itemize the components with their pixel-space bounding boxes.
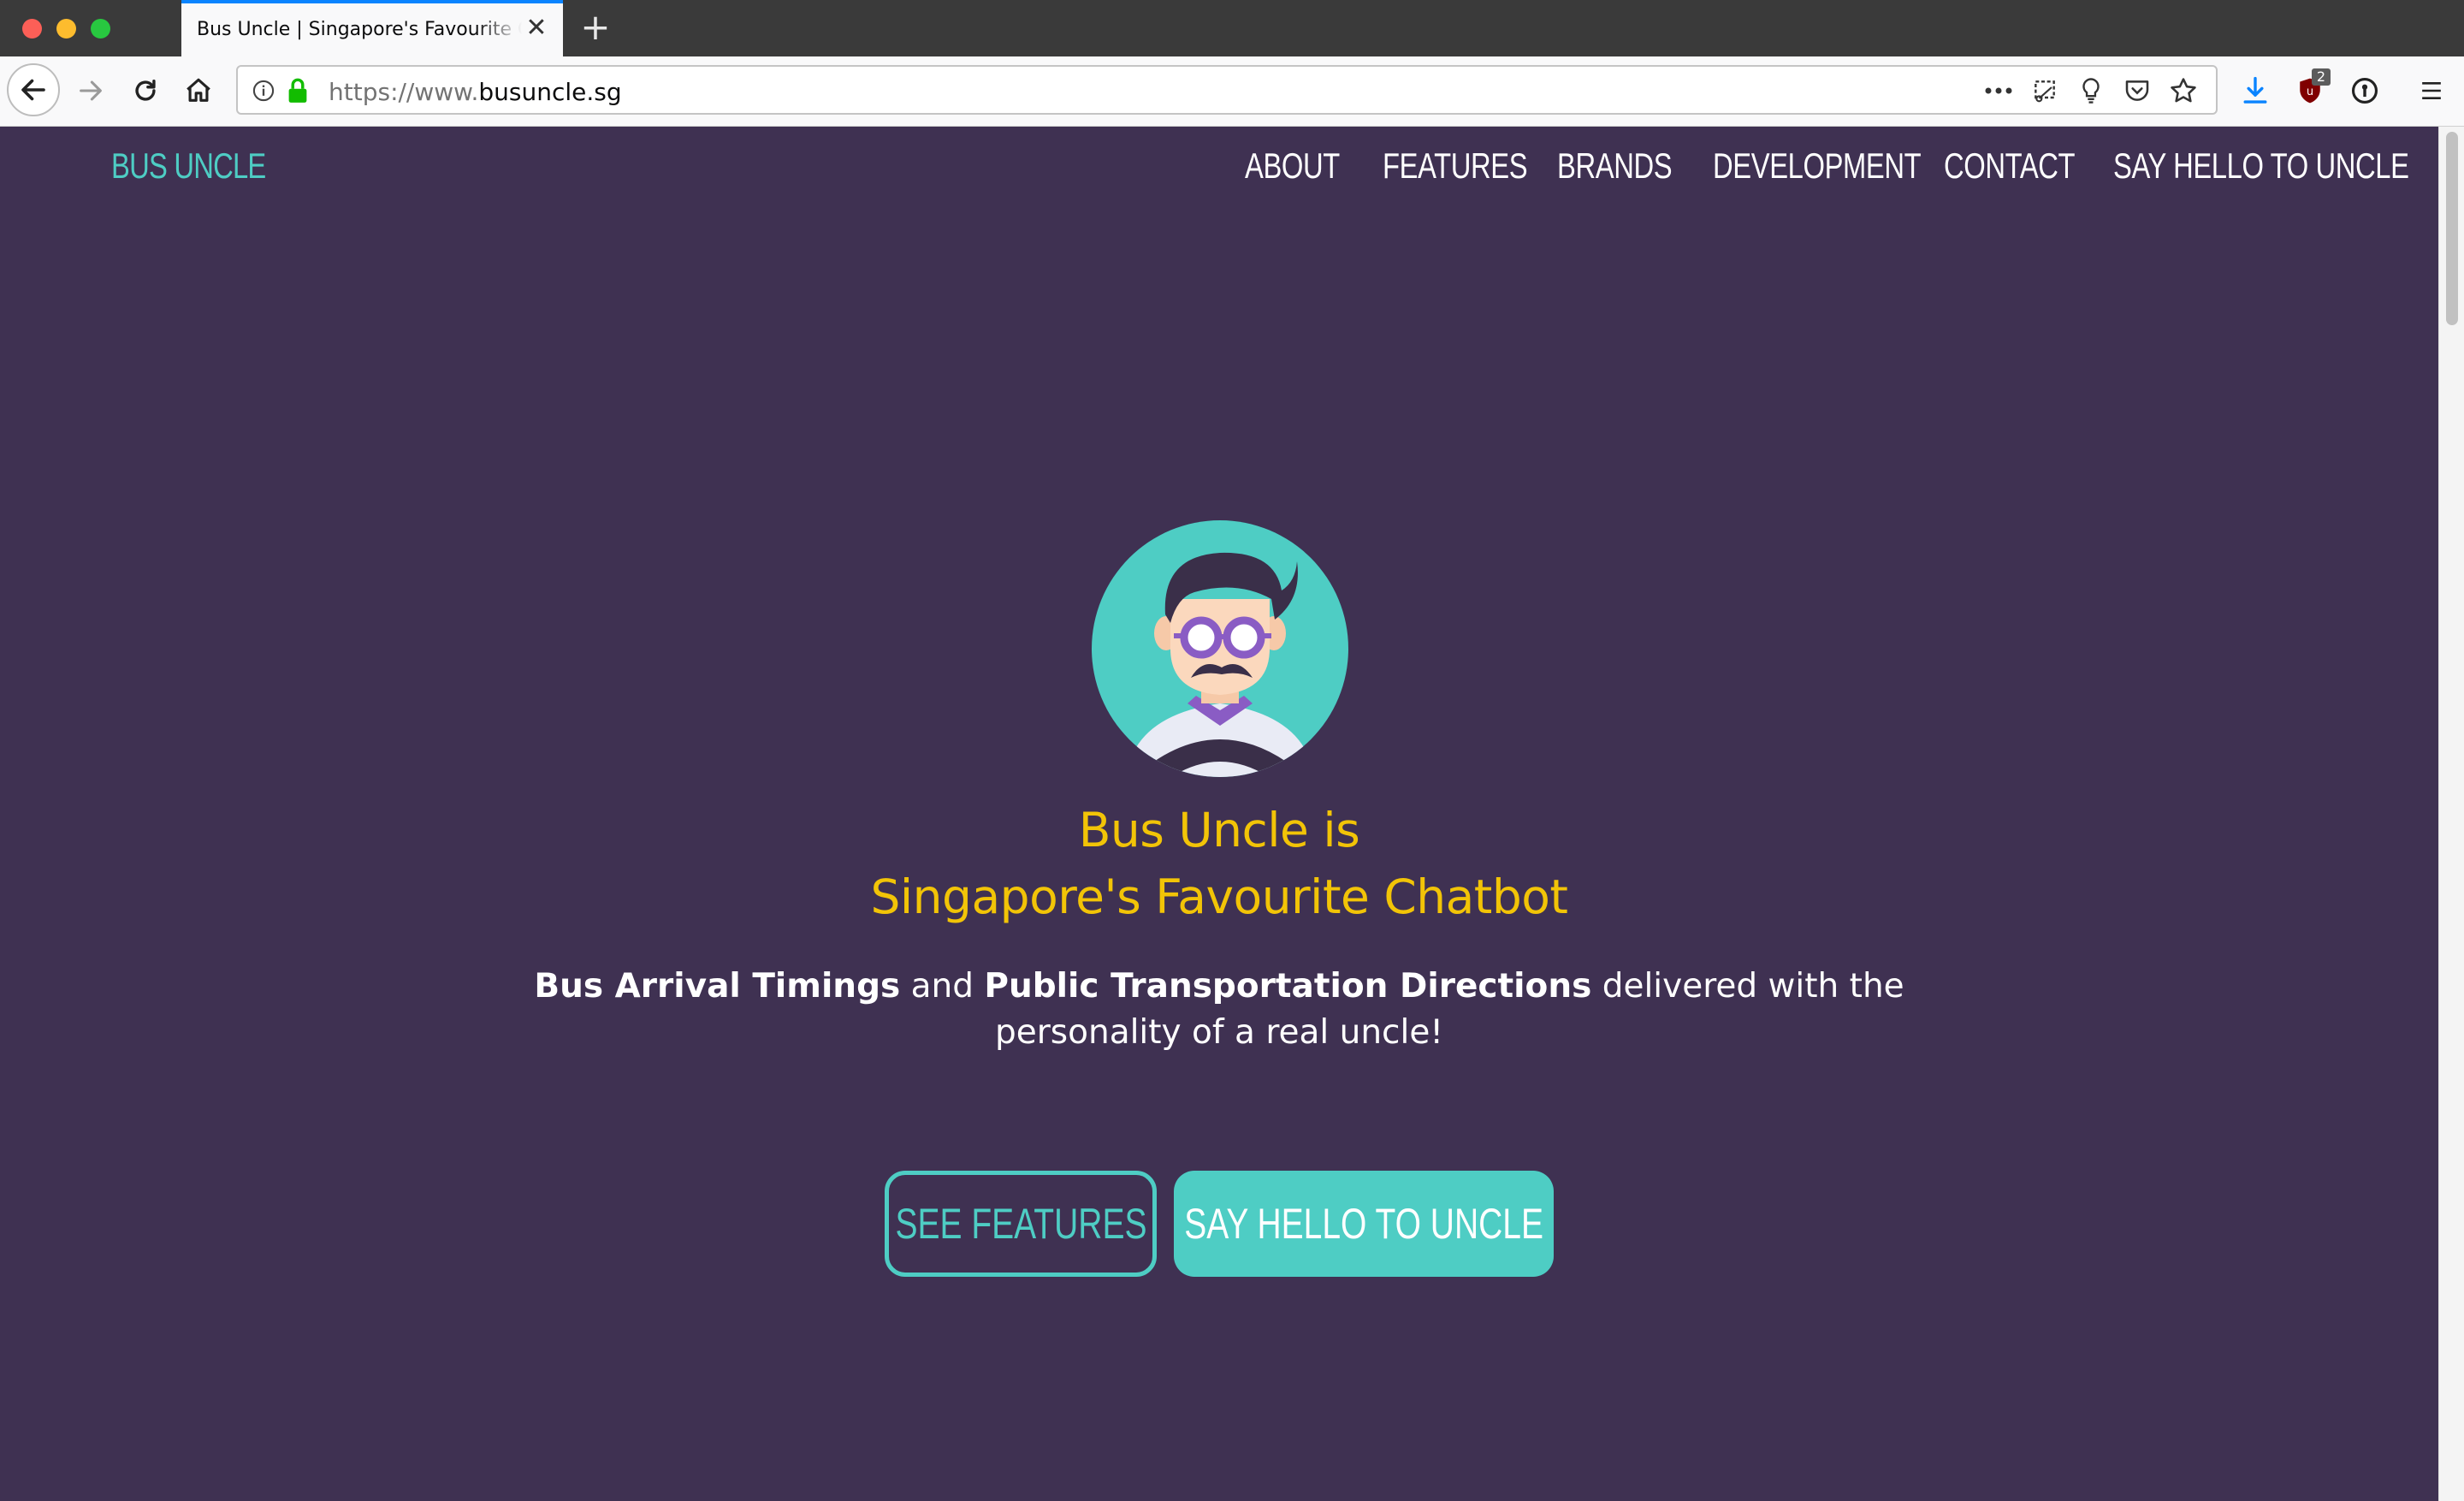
hamburger-menu-icon	[2422, 82, 2441, 99]
password-manager-button[interactable]	[2346, 72, 2384, 110]
page-content: BUS UNCLE ABOUT FEATURES BRANDS DEVELOPM…	[0, 127, 2438, 1501]
new-tab-icon[interactable]: +	[578, 9, 613, 45]
nav-link-features[interactable]: FEATURES	[1383, 145, 1528, 187]
hero-title-line2: Singapore's Favourite Chatbot	[870, 869, 1568, 924]
nav-link-development[interactable]: DEVELOPMENT	[1713, 145, 1922, 187]
pocket-icon[interactable]	[2120, 74, 2154, 108]
forward-button[interactable]	[72, 72, 110, 110]
download-button[interactable]	[2236, 72, 2274, 110]
info-icon[interactable]	[246, 74, 281, 108]
screenshot-icon[interactable]	[2028, 74, 2062, 108]
nav-link-say-hello[interactable]: SAY HELLO TO UNCLE	[2113, 145, 2409, 187]
nav-link-brands[interactable]: BRANDS	[1557, 145, 1673, 187]
reload-icon	[135, 79, 156, 101]
browser-tab[interactable]: Bus Uncle | Singapore's Favourite Chatbo…	[181, 0, 563, 56]
forward-arrow-icon	[80, 80, 102, 101]
reload-button[interactable]	[127, 72, 164, 110]
page-scrollbar[interactable]	[2438, 127, 2464, 1501]
back-button[interactable]	[7, 63, 60, 116]
password-manager-icon	[2351, 77, 2378, 104]
tab-strip: Bus Uncle | Singapore's Favourite Chatbo…	[0, 0, 2464, 56]
extension-badge: 2	[2312, 68, 2331, 86]
window-minimize-button[interactable]	[56, 19, 76, 39]
hero-description: Bus Arrival Timings and Public Transport…	[534, 967, 1904, 1052]
hero-title-line1: Bus Uncle is	[1078, 803, 1360, 857]
more-dots-icon[interactable]	[1981, 74, 2016, 108]
nav-link-contact[interactable]: CONTACT	[1944, 145, 2076, 187]
say-hello-button[interactable]: SAY HELLO TO UNCLE	[1174, 1171, 1554, 1277]
nav-link-about[interactable]: ABOUT	[1245, 145, 1340, 187]
window-close-button[interactable]	[22, 19, 42, 39]
menu-button[interactable]	[2413, 72, 2450, 110]
lightbulb-icon[interactable]	[2074, 74, 2108, 108]
url-text[interactable]: https://www.busuncle.sg	[329, 78, 622, 106]
tab-title: Bus Uncle | Singapore's Favourite Chatbo…	[197, 19, 522, 40]
window-maximize-button[interactable]	[91, 19, 110, 39]
tab-close-icon[interactable]: ✕	[524, 15, 549, 41]
url-bar[interactable]: https://www.busuncle.sg	[236, 65, 2218, 115]
bus-uncle-avatar	[1092, 520, 1348, 777]
brand-logo-link[interactable]: BUS UNCLE	[111, 145, 266, 187]
svg-text:u: u	[2307, 86, 2313, 98]
see-features-button[interactable]: SEE FEATURES	[885, 1171, 1157, 1277]
home-icon	[187, 78, 210, 102]
scrollbar-thumb[interactable]	[2446, 132, 2458, 325]
home-button[interactable]	[180, 72, 217, 110]
star-icon[interactable]	[2166, 74, 2200, 108]
download-icon	[2243, 76, 2267, 104]
lock-icon[interactable]	[281, 74, 315, 108]
navigation-toolbar: https://www.busuncle.sg u 2	[0, 56, 2464, 127]
back-arrow-icon	[21, 79, 45, 101]
